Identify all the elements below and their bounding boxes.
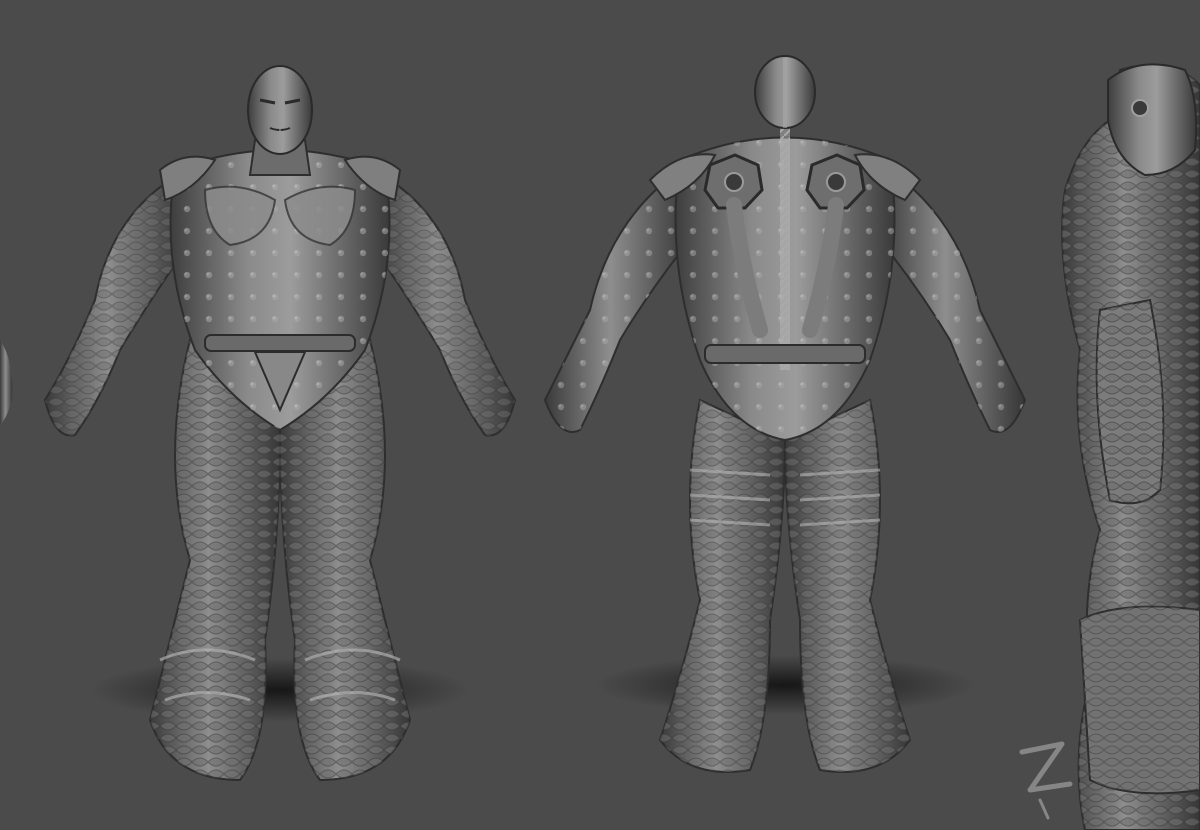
sculpt-turnaround-canvas (0, 0, 1200, 830)
front-ground-shadow (90, 658, 470, 722)
side-view-figure (1061, 63, 1200, 830)
scene-svg (0, 0, 1200, 830)
back-ground-shadow (595, 655, 975, 715)
